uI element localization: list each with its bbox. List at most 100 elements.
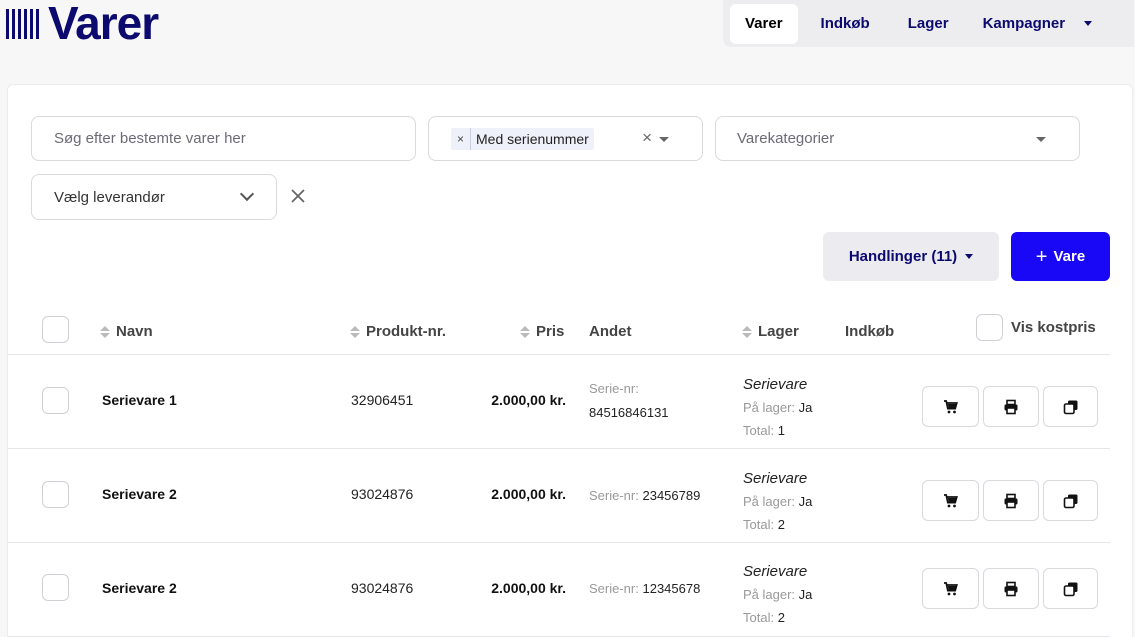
products-card: × Med serienummer × Varekategorier Vælg … <box>7 84 1133 637</box>
header-other: Andet <box>589 323 632 340</box>
add-product-button[interactable]: + Vare <box>1011 232 1110 281</box>
header-price[interactable]: Pris <box>520 323 564 340</box>
header-other-label: Andet <box>589 323 632 340</box>
row-stock: Serievare På lager: Ja Total: 1 <box>743 373 812 442</box>
copy-button[interactable] <box>1043 480 1098 521</box>
serial-value: 23456789 <box>642 488 701 503</box>
row-name: Serievare 1 <box>102 392 177 408</box>
row-checkbox[interactable] <box>42 574 69 601</box>
header-product-no[interactable]: Produkt-nr. <box>350 323 446 340</box>
row-price: 2.000,00 kr. <box>491 580 566 596</box>
total-label: Total: <box>743 423 775 438</box>
row-product-no: 32906451 <box>351 392 414 408</box>
row-checkbox[interactable] <box>42 481 69 508</box>
tab-kampagner[interactable]: Kampagner <box>968 4 1081 44</box>
copy-icon <box>1063 400 1077 414</box>
tab-lager[interactable]: Lager <box>893 4 964 44</box>
add-product-label: Vare <box>1053 248 1086 265</box>
filter-tag: × Med serienummer <box>451 127 594 150</box>
total-value: 2 <box>777 610 785 625</box>
print-button[interactable] <box>983 480 1039 521</box>
copy-button[interactable] <box>1043 386 1098 427</box>
table-row[interactable]: Serievare 1 32906451 2.000,00 kr. Serie-… <box>8 355 1110 449</box>
row-price: 2.000,00 kr. <box>491 392 566 408</box>
print-button[interactable] <box>983 568 1039 609</box>
total-label: Total: <box>743 517 775 532</box>
printer-icon <box>1004 493 1018 508</box>
show-cost-checkbox[interactable] <box>976 314 1003 341</box>
header-stock[interactable]: Lager <box>742 323 799 340</box>
supplier-select[interactable]: Vælg leverandør <box>31 174 277 220</box>
copy-button[interactable] <box>1043 568 1098 609</box>
in-stock-label: På lager: <box>743 400 796 415</box>
header-name[interactable]: Navn <box>100 323 153 340</box>
dropdown-caret-icon[interactable] <box>659 137 669 142</box>
header-purchase-label: Indkøb <box>845 323 895 340</box>
stock-type: Serievare <box>743 563 808 580</box>
cart-icon <box>943 493 958 507</box>
row-name: Serievare 2 <box>102 580 177 596</box>
brand-logo: Varer <box>6 0 159 49</box>
tag-remove-icon[interactable]: × <box>451 127 472 150</box>
tab-varer[interactable]: Varer <box>730 3 798 44</box>
print-button[interactable] <box>983 386 1039 427</box>
in-stock-label: På lager: <box>743 494 796 509</box>
sort-icon <box>350 325 360 338</box>
search-input[interactable] <box>54 130 415 147</box>
header-name-label: Navn <box>116 323 153 340</box>
category-placeholder: Varekategorier <box>737 130 835 147</box>
select-all-checkbox[interactable] <box>42 316 69 343</box>
stock-type: Serievare <box>743 470 808 487</box>
show-cost-label: Vis kostpris <box>1011 319 1096 336</box>
chevron-down-icon <box>239 186 255 202</box>
stock-type: Serievare <box>743 376 808 393</box>
row-serial: Serie-nr: 84516846131 <box>589 377 669 425</box>
dropdown-caret-icon <box>1036 137 1046 142</box>
total-label: Total: <box>743 610 775 625</box>
table-row[interactable]: Serievare 2 93024876 2.000,00 kr. Serie-… <box>8 543 1110 637</box>
table-row[interactable]: Serievare 2 93024876 2.000,00 kr. Serie-… <box>8 449 1110 543</box>
in-stock-label: På lager: <box>743 587 796 602</box>
caret-down-icon <box>965 254 974 259</box>
purchase-button[interactable] <box>922 386 979 427</box>
barcode-icon <box>6 9 39 39</box>
row-product-no: 93024876 <box>351 580 414 596</box>
header-price-label: Pris <box>536 323 565 340</box>
purchase-button[interactable] <box>922 480 979 521</box>
copy-icon <box>1063 582 1077 596</box>
copy-icon <box>1063 494 1077 508</box>
search-field <box>31 116 416 161</box>
category-select[interactable]: Varekategorier <box>715 116 1080 161</box>
in-stock-value: Ja <box>798 400 813 415</box>
total-value: 1 <box>777 423 785 438</box>
sort-icon <box>100 325 110 338</box>
clear-selection-icon[interactable]: × <box>642 128 652 148</box>
row-stock: Serievare På lager: Ja Total: 2 <box>743 467 812 536</box>
serial-value: 12345678 <box>642 581 701 596</box>
page-title: Varer <box>48 0 159 49</box>
row-product-no: 93024876 <box>351 486 414 502</box>
sort-icon <box>520 325 530 338</box>
actions-dropdown-button[interactable]: Handlinger (11) <box>823 232 999 281</box>
supplier-placeholder: Vælg leverandør <box>54 188 165 206</box>
row-price: 2.000,00 kr. <box>491 486 566 502</box>
cart-icon <box>943 399 958 413</box>
sort-icon <box>742 325 752 338</box>
serial-filter-select[interactable]: × Med serienummer × <box>428 116 703 161</box>
header-product-no-label: Produkt-nr. <box>366 323 447 340</box>
row-name: Serievare 2 <box>102 486 177 502</box>
more-tabs-caret-icon[interactable] <box>1084 21 1093 26</box>
total-value: 2 <box>777 517 785 532</box>
row-checkbox[interactable] <box>42 387 69 414</box>
purchase-button[interactable] <box>922 568 979 609</box>
top-nav: Varer Indkøb Lager Kampagner <box>723 0 1134 47</box>
printer-icon <box>1004 581 1018 596</box>
actions-label: Handlinger (11) <box>848 248 958 265</box>
row-stock: Serievare På lager: Ja Total: 2 <box>743 560 812 629</box>
tab-indkob[interactable]: Indkøb <box>806 4 885 44</box>
plus-icon: + <box>1035 245 1048 268</box>
serial-value: 84516846131 <box>589 405 669 420</box>
clear-filters-icon[interactable] <box>289 185 307 207</box>
table-header: Navn Produkt-nr. Pris Andet Lager Indkøb… <box>8 308 1110 355</box>
row-serial: Serie-nr: 12345678 <box>589 577 700 601</box>
